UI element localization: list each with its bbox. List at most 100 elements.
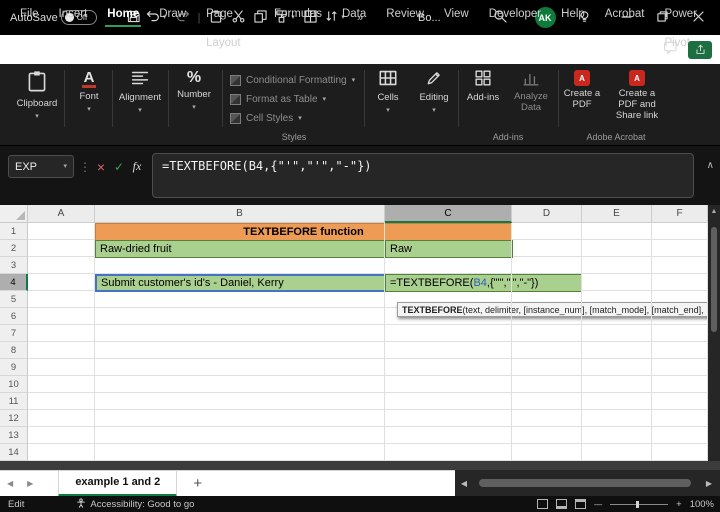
- chevron-down-icon: ▾: [322, 96, 327, 103]
- cell-b4[interactable]: Submit customer's id's - Daniel, Kerry: [95, 274, 386, 292]
- row-header-14[interactable]: 14: [0, 444, 28, 461]
- tab-page-layout[interactable]: Page Layout: [196, 0, 264, 49]
- chevron-down-icon: ▾: [386, 107, 390, 114]
- grid-body[interactable]: TEXTBEFORE function Raw-dried fruit Raw …: [0, 223, 708, 461]
- zoom-slider-thumb[interactable]: [636, 500, 640, 508]
- analyze-data-button[interactable]: Analyze Data: [508, 70, 554, 114]
- percent-icon: %: [186, 69, 202, 86]
- column-header-C[interactable]: C: [385, 205, 512, 223]
- editing-group-button[interactable]: Editing ▾: [414, 70, 454, 114]
- row-header-5[interactable]: 5: [0, 291, 28, 308]
- collapse-formula-bar-button[interactable]: ∧: [707, 160, 714, 171]
- row-header-9[interactable]: 9: [0, 359, 28, 376]
- analyze-data-icon: [523, 70, 539, 89]
- drag-dots-icon: ⋮: [79, 159, 91, 174]
- row-header-3[interactable]: 3: [0, 257, 28, 274]
- formula-input[interactable]: =TEXTBEFORE(B4,{"'","'","-"}): [152, 153, 694, 198]
- share-button[interactable]: [688, 40, 712, 59]
- select-all-corner[interactable]: [0, 205, 28, 223]
- new-sheet-button[interactable]: +: [177, 475, 218, 492]
- vertical-scrollbar[interactable]: ▲: [708, 205, 720, 461]
- cell-b1-banner[interactable]: TEXTBEFORE function: [95, 223, 512, 241]
- ribbon-item-format-as-table[interactable]: Format as Table ▾: [230, 91, 355, 108]
- vertical-scroll-thumb[interactable]: [711, 227, 717, 332]
- tab-power-pivot[interactable]: Power Pivot: [654, 0, 720, 49]
- tab-formulas[interactable]: Formulas: [264, 0, 332, 29]
- tab-developer[interactable]: Developer: [479, 0, 551, 29]
- row-header-2[interactable]: 2: [0, 240, 28, 257]
- number-group-button[interactable]: % Number ▾: [172, 69, 216, 112]
- alignment-label: Alignment: [118, 92, 162, 103]
- row-header-10[interactable]: 10: [0, 376, 28, 393]
- insert-function-button[interactable]: fx: [128, 155, 146, 178]
- tab-acrobat[interactable]: Acrobat: [595, 0, 655, 29]
- scroll-right-icon[interactable]: ▶: [700, 479, 718, 488]
- row-header-7[interactable]: 7: [0, 325, 28, 342]
- zoom-slider[interactable]: [610, 500, 669, 508]
- menu-right-controls: [663, 35, 712, 64]
- gridline: [651, 223, 652, 461]
- chevron-down-icon: ▾: [192, 104, 196, 111]
- tab-file[interactable]: File: [10, 0, 49, 29]
- column-header-D[interactable]: D: [512, 205, 582, 223]
- comments-button[interactable]: [663, 41, 678, 59]
- ribbon-item-conditional-formatting[interactable]: Conditional Formatting ▾: [230, 72, 355, 89]
- tab-draw[interactable]: Draw: [149, 0, 196, 29]
- status-bar-right: — + 100%: [537, 499, 714, 510]
- zoom-level[interactable]: 100%: [690, 499, 714, 510]
- scroll-left-icon[interactable]: ◀: [455, 479, 473, 488]
- create-pdf-button[interactable]: A Create a PDF: [562, 70, 602, 111]
- create-pdf-share-button[interactable]: A Create a PDF and Share link: [606, 70, 668, 122]
- zoom-out-button[interactable]: —: [594, 500, 602, 509]
- column-header-B[interactable]: B: [95, 205, 385, 223]
- page-layout-view-icon[interactable]: [556, 499, 568, 509]
- zoom-in-button[interactable]: +: [676, 499, 682, 510]
- style-item-label: Cell Styles: [246, 113, 294, 124]
- alignment-group-button[interactable]: Alignment ▾: [116, 70, 164, 114]
- create-pdf-label: Create a PDF: [563, 88, 601, 110]
- acrobat-pdf-icon: A: [574, 70, 590, 86]
- cell-c4-formula[interactable]: =TEXTBEFORE(B4 ,{"'","'","-"}): [385, 274, 582, 292]
- name-box[interactable]: EXP ▾: [8, 155, 74, 178]
- formula-prefix: =TEXTBEFORE(: [390, 277, 474, 289]
- row-header-11[interactable]: 11: [0, 393, 28, 410]
- cancel-button[interactable]: ×: [92, 155, 110, 178]
- style-item-label: Format as Table: [246, 94, 318, 105]
- ribbon-item-cell-styles[interactable]: Cell Styles ▾: [230, 110, 355, 127]
- normal-view-icon[interactable]: [537, 499, 549, 509]
- sheet-nav-right-icon[interactable]: ▶: [20, 479, 40, 488]
- sheet-nav-left-icon[interactable]: ◀: [0, 479, 20, 488]
- clipboard-group-button[interactable]: Clipboard ▾: [16, 70, 58, 120]
- chevron-down-icon: ▾: [138, 107, 142, 114]
- cell-c2[interactable]: Raw: [385, 240, 513, 258]
- tab-home[interactable]: Home: [97, 0, 149, 29]
- group-separator: [112, 70, 113, 127]
- page-break-view-icon[interactable]: [575, 499, 587, 509]
- horizontal-scrollbar[interactable]: ◀ ▶: [455, 470, 720, 496]
- row-header-1[interactable]: 1: [0, 223, 28, 240]
- row-header-12[interactable]: 12: [0, 410, 28, 427]
- row-header-4[interactable]: 4: [0, 274, 28, 291]
- sheet-tab[interactable]: example 1 and 2: [58, 470, 178, 497]
- font-group-button[interactable]: A Font ▾: [70, 70, 108, 113]
- accessibility-status[interactable]: Accessibility: Good to go: [76, 497, 194, 511]
- tab-view[interactable]: View: [434, 0, 479, 29]
- row-header-8[interactable]: 8: [0, 342, 28, 359]
- tab-insert[interactable]: Insert: [49, 0, 98, 29]
- enter-button[interactable]: ✓: [110, 155, 128, 178]
- gridline: [384, 223, 385, 461]
- status-bar: Edit Accessibility: Good to go — + 100%: [0, 496, 720, 512]
- tab-review[interactable]: Review: [376, 0, 434, 29]
- row-header-13[interactable]: 13: [0, 427, 28, 444]
- cell-b2[interactable]: Raw-dried fruit: [95, 240, 386, 258]
- column-header-E[interactable]: E: [582, 205, 652, 223]
- addins-button[interactable]: Add-ins: [463, 70, 503, 103]
- horizontal-scroll-thumb[interactable]: [479, 479, 691, 487]
- tab-help[interactable]: Help: [551, 0, 595, 29]
- scroll-up-icon[interactable]: ▲: [708, 205, 720, 219]
- column-header-F[interactable]: F: [652, 205, 708, 223]
- row-header-6[interactable]: 6: [0, 308, 28, 325]
- column-header-A[interactable]: A: [28, 205, 95, 223]
- tab-data[interactable]: Data: [332, 0, 376, 29]
- cells-group-button[interactable]: Cells ▾: [370, 70, 406, 114]
